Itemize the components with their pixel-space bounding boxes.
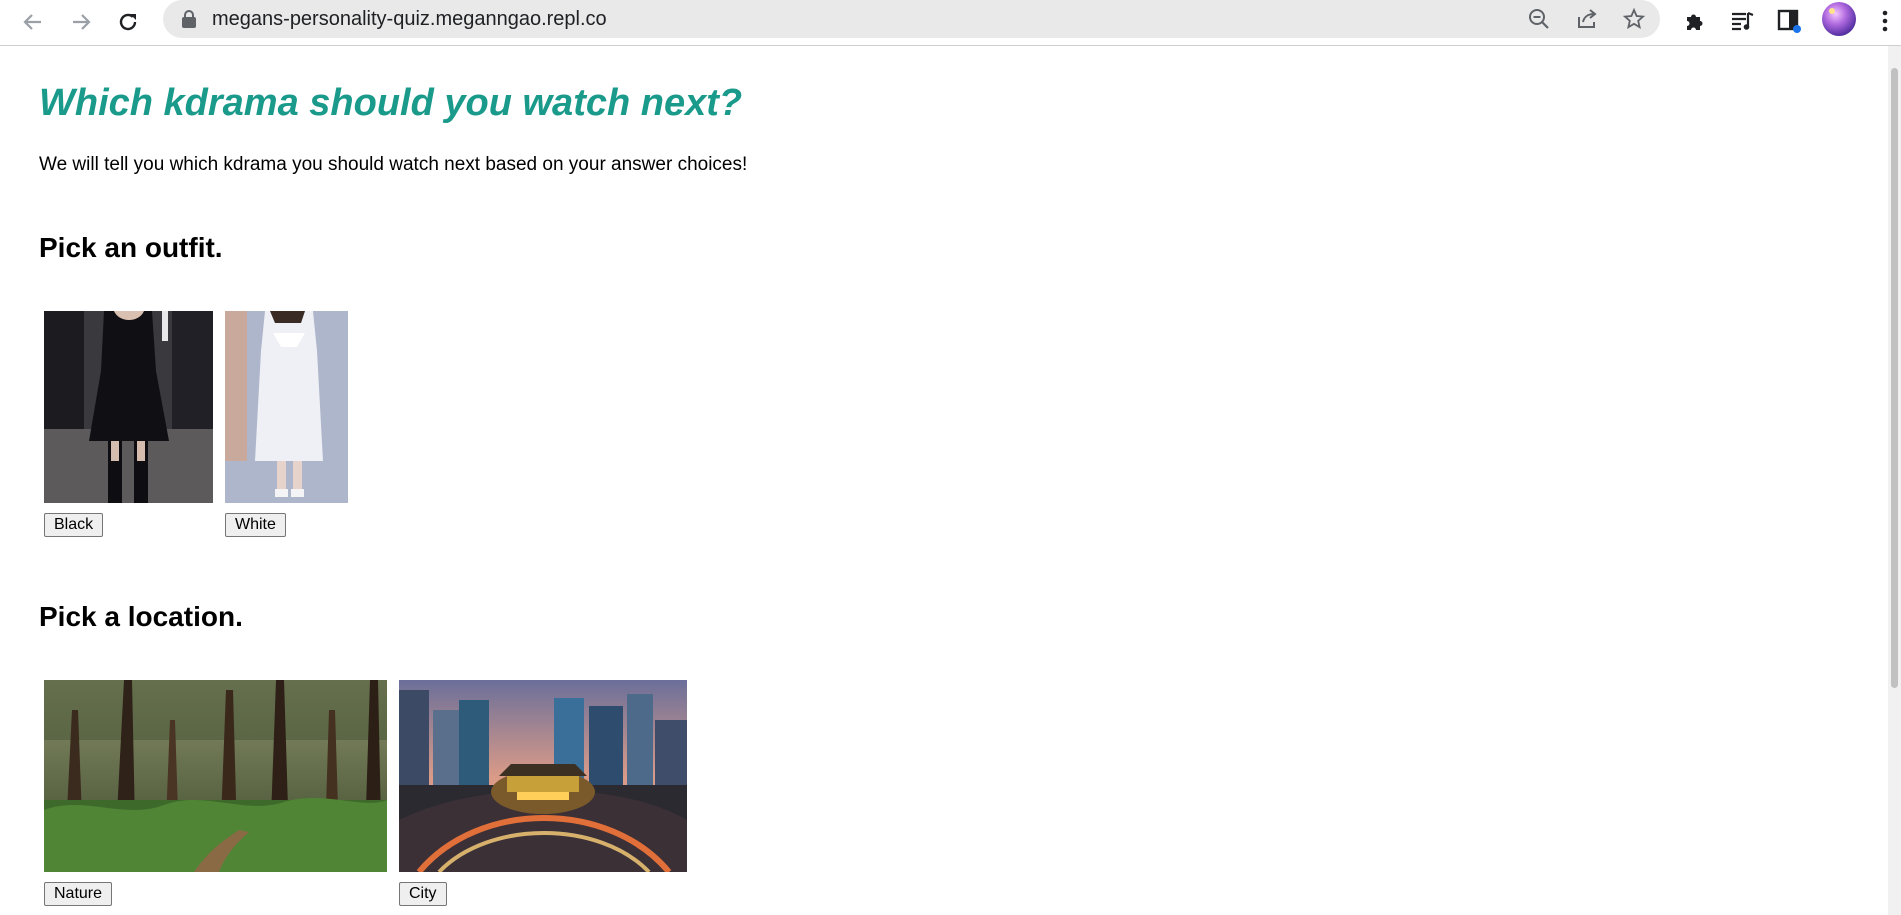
star-icon[interactable] — [1620, 5, 1648, 33]
address-bar[interactable]: megans-personality-quiz.meganngao.repl.c… — [163, 0, 1660, 38]
profile-avatar[interactable] — [1822, 2, 1856, 36]
back-arrow-icon[interactable] — [17, 6, 49, 38]
question-outfit-heading: Pick an outfit. — [39, 232, 223, 263]
city-choice-button[interactable]: City — [399, 882, 447, 906]
share-icon[interactable] — [1573, 5, 1601, 33]
reload-icon[interactable] — [112, 6, 144, 38]
scrollbar-thumb[interactable] — [1891, 68, 1898, 688]
nature-choice-button[interactable]: Nature — [44, 882, 113, 906]
black-choice-button[interactable]: Black — [44, 513, 104, 537]
url-text[interactable]: megans-personality-quiz.meganngao.repl.c… — [212, 8, 607, 31]
reading-list-icon[interactable] — [1727, 5, 1759, 37]
white-choice-button[interactable]: White — [225, 513, 286, 537]
zoom-out-icon[interactable] — [1525, 5, 1553, 33]
lock-icon[interactable] — [181, 9, 197, 34]
question-location-heading: Pick a location. — [39, 601, 243, 632]
more-menu-icon[interactable] — [1869, 5, 1901, 37]
vertical-scrollbar[interactable] — [1888, 46, 1901, 915]
white-outfit-photo — [225, 311, 348, 503]
intro-text: We will tell you which kdrama you should… — [39, 154, 748, 175]
side-panel-icon[interactable] — [1774, 5, 1806, 37]
browser-toolbar: megans-personality-quiz.meganngao.repl.c… — [0, 0, 1901, 46]
black-outfit-photo — [44, 311, 213, 503]
page-title: Which kdrama should you watch next? — [39, 82, 743, 124]
forest-photo — [44, 680, 387, 872]
city-night-photo — [399, 680, 687, 872]
forward-arrow-icon[interactable] — [65, 6, 97, 38]
extensions-puzzle-icon[interactable] — [1679, 5, 1711, 37]
